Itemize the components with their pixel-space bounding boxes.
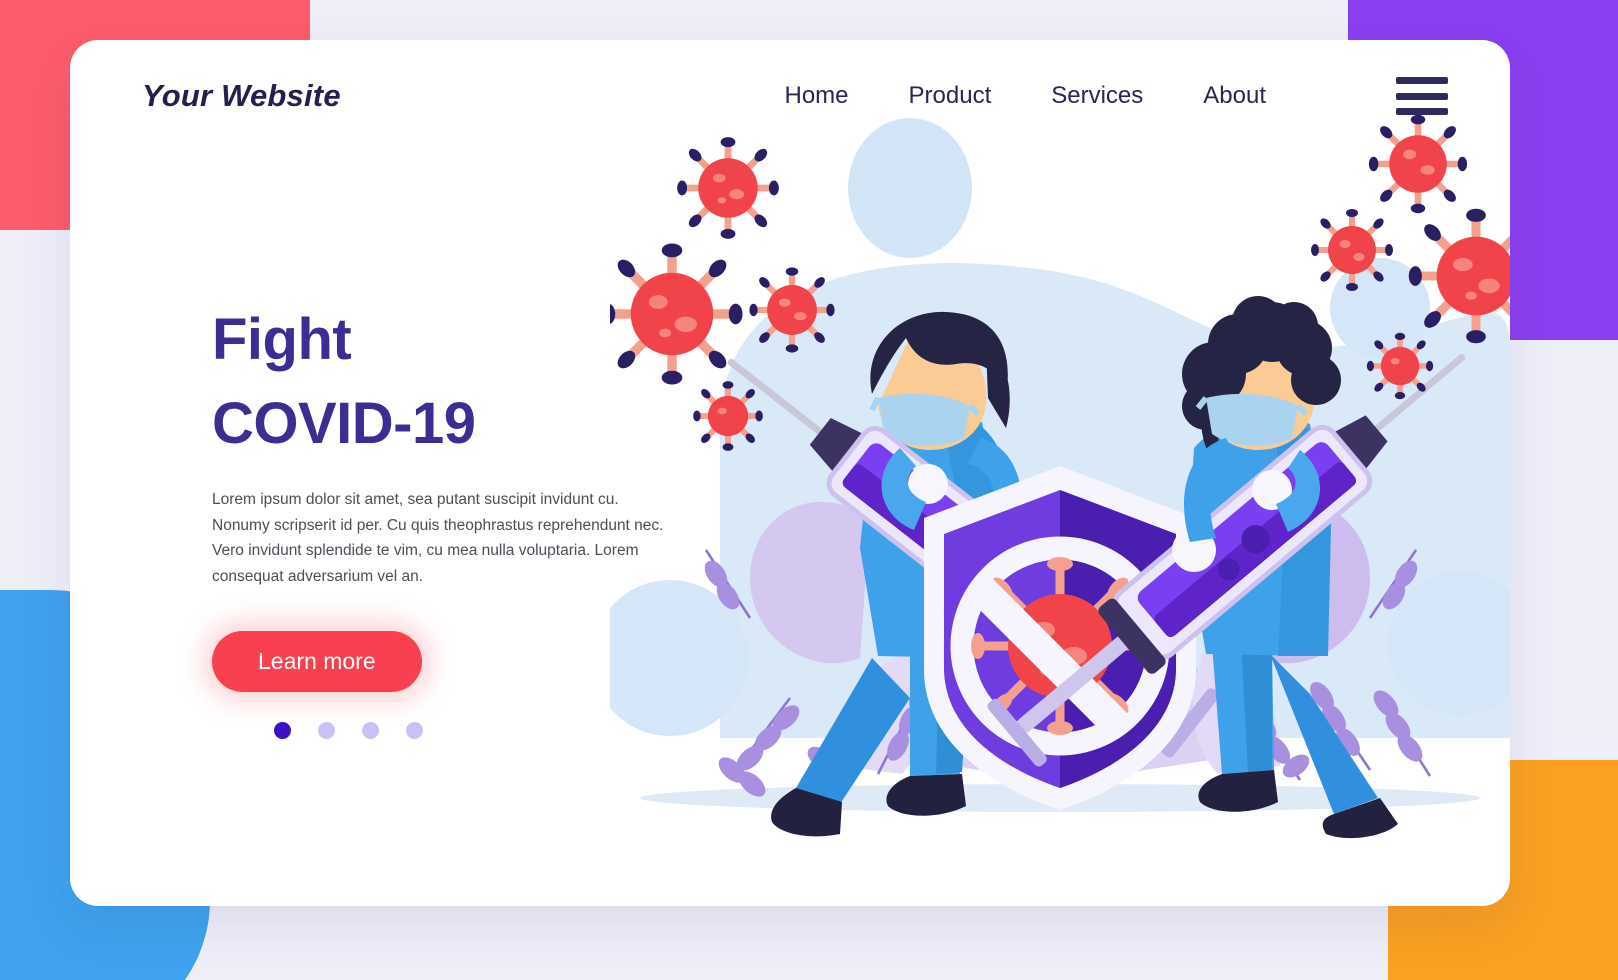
hero-title-line-2: COVID-19 [212,390,476,456]
carousel-dots [212,722,682,740]
hero-title-line-1: Fight [212,307,352,372]
hamburger-bar-2 [1396,92,1448,100]
nav-link-product[interactable]: Product [909,82,992,110]
carousel-dot-2[interactable] [318,722,335,740]
carousel-dot-3[interactable] [362,722,379,740]
hero-description: Lorem ipsum dolor sit amet, sea putant s… [212,491,664,585]
nav-link-about[interactable]: About [1203,82,1266,110]
hero-content: Fight COVID-19 Lorem ipsum dolor sit ame… [212,298,682,740]
hamburger-icon[interactable] [1396,77,1448,115]
page-title: Fight COVID-19 [212,298,682,465]
hamburger-bar-3 [1396,108,1448,115]
hero-illustration [610,98,1510,888]
nav-link-home[interactable]: Home [785,82,849,110]
learn-more-button[interactable]: Learn more [212,631,422,693]
landing-page-card: Your Website Home Product Services About… [70,40,1510,906]
hamburger-bar-1 [1396,77,1448,84]
nav-link-services[interactable]: Services [1051,82,1143,110]
nav-links: Home Product Services About [785,77,1448,115]
main-navigation: Your Website Home Product Services About [70,40,1510,152]
carousel-dot-1[interactable] [274,722,291,740]
carousel-dot-4[interactable] [406,722,423,740]
site-logo[interactable]: Your Website [142,78,341,114]
